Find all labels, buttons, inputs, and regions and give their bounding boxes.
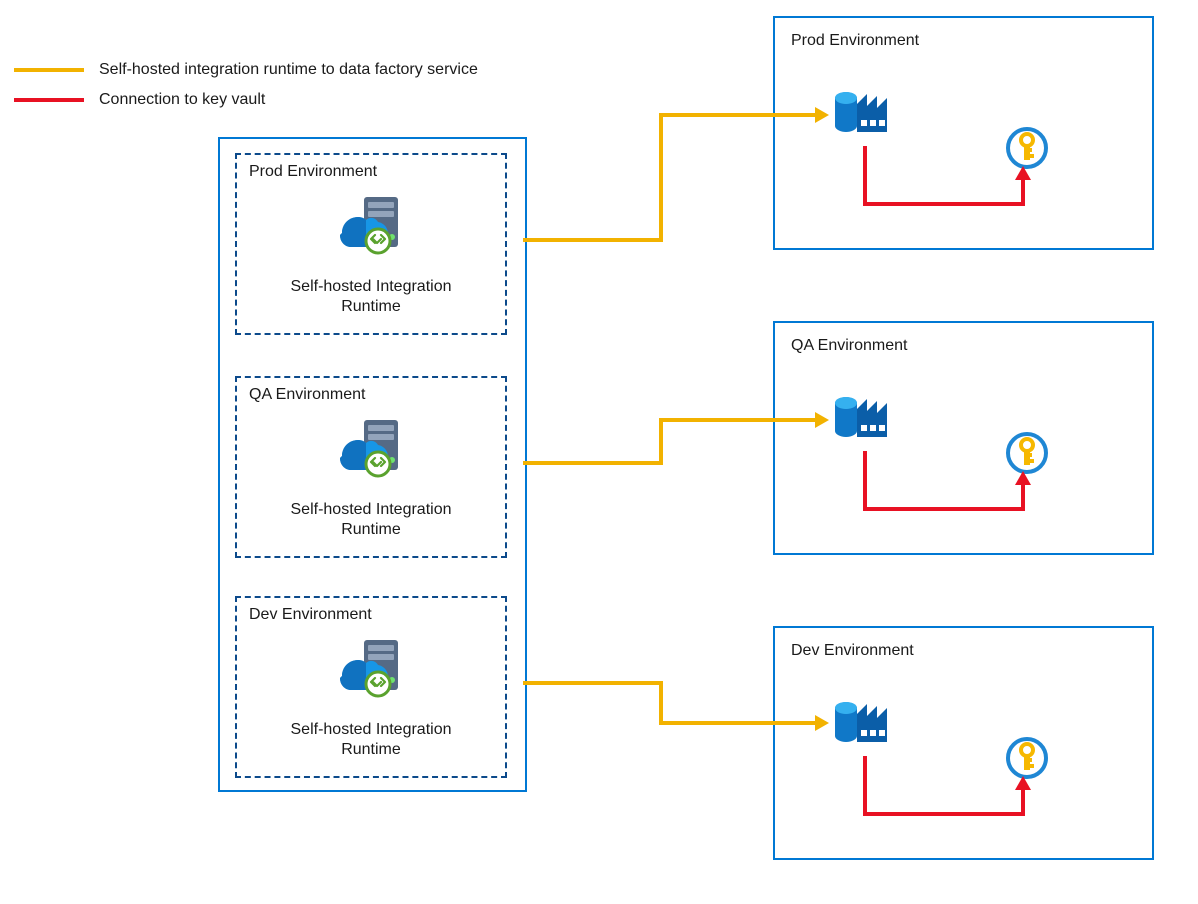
legend-item: Connection to key vault — [14, 85, 478, 115]
connector-keyvault — [863, 756, 867, 816]
connector-keyvault — [1021, 483, 1025, 511]
shir-box-prod: Prod Environment Self-hosted Integration… — [235, 153, 507, 335]
shir-caption-text: Self-hosted IntegrationRuntime — [291, 501, 452, 538]
env-box-title: Dev Environment — [791, 642, 914, 660]
legend-swatch-red — [14, 98, 84, 102]
env-box-qa: QA Environment — [773, 321, 1154, 555]
shir-container: Prod Environment Self-hosted Integration… — [218, 137, 527, 792]
env-box-dev: Dev Environment — [773, 626, 1154, 860]
shir-caption: Self-hosted IntegrationRuntime — [237, 500, 505, 540]
shir-box-title: Dev Environment — [249, 606, 372, 624]
connector-keyvault — [863, 146, 867, 206]
shir-box-dev: Dev Environment Self-hosted IntegrationR… — [235, 596, 507, 778]
legend-label: Connection to key vault — [99, 91, 265, 109]
legend-label: Self-hosted integration runtime to data … — [99, 61, 478, 79]
azure-data-factory-icon — [833, 393, 895, 456]
connector-datafactory — [659, 113, 817, 117]
connector-keyvault — [863, 451, 867, 511]
self-hosted-integration-runtime-icon — [334, 195, 408, 260]
legend-item: Self-hosted integration runtime to data … — [14, 55, 478, 85]
connector-keyvault — [863, 202, 1025, 206]
shir-caption-text: Self-hosted IntegrationRuntime — [291, 721, 452, 758]
connector-datafactory — [659, 113, 663, 242]
arrow-up-icon — [1015, 166, 1031, 180]
self-hosted-integration-runtime-icon — [334, 418, 408, 483]
arrow-right-icon — [815, 715, 829, 731]
connector-datafactory — [523, 681, 663, 685]
connector-datafactory — [523, 461, 663, 465]
azure-data-factory-icon — [833, 88, 895, 151]
arrow-up-icon — [1015, 471, 1031, 485]
connector-keyvault — [1021, 788, 1025, 816]
shir-caption: Self-hosted IntegrationRuntime — [237, 277, 505, 317]
connector-keyvault — [863, 812, 1025, 816]
self-hosted-integration-runtime-icon — [334, 638, 408, 703]
arrow-right-icon — [815, 412, 829, 428]
connector-datafactory — [523, 238, 663, 242]
connector-datafactory — [659, 418, 817, 422]
shir-caption: Self-hosted IntegrationRuntime — [237, 720, 505, 760]
azure-data-factory-icon — [833, 698, 895, 761]
shir-box-title: QA Environment — [249, 386, 366, 404]
connector-keyvault — [863, 507, 1025, 511]
connector-datafactory — [659, 681, 663, 725]
shir-box-title: Prod Environment — [249, 163, 377, 181]
connector-datafactory — [659, 418, 663, 465]
env-box-prod: Prod Environment — [773, 16, 1154, 250]
legend: Self-hosted integration runtime to data … — [14, 55, 478, 115]
shir-box-qa: QA Environment Self-hosted IntegrationRu… — [235, 376, 507, 558]
env-box-title: Prod Environment — [791, 32, 919, 50]
connector-datafactory — [659, 721, 817, 725]
legend-swatch-yellow — [14, 68, 84, 72]
shir-caption-text: Self-hosted IntegrationRuntime — [291, 278, 452, 315]
diagram-canvas: Self-hosted integration runtime to data … — [0, 0, 1198, 904]
arrow-up-icon — [1015, 776, 1031, 790]
arrow-right-icon — [815, 107, 829, 123]
env-box-title: QA Environment — [791, 337, 908, 355]
connector-keyvault — [1021, 178, 1025, 206]
